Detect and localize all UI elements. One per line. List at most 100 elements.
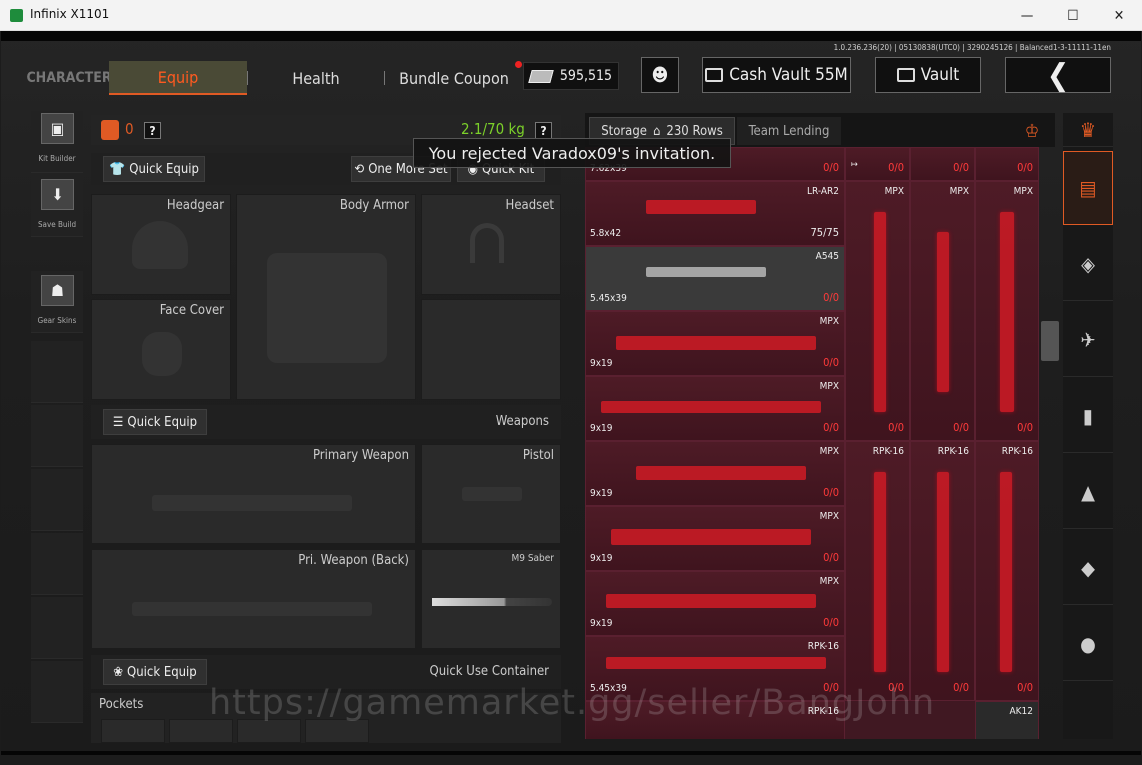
helmet-icon: ☗ [41, 275, 74, 306]
item-caliber: 9x19 [590, 358, 613, 369]
item-count: 0/0 [823, 421, 839, 434]
rifle-icon [937, 232, 949, 392]
rail-empty-cell [31, 405, 83, 467]
pistol-label: Pistol [522, 448, 554, 463]
vault-button[interactable]: Vault [875, 57, 981, 93]
vest-icon: ▣ [41, 113, 74, 144]
currency-amount: 595,515 [559, 68, 612, 84]
empty-slot [421, 299, 561, 400]
game-viewport: 1.0.236.236(20) | 05130838(UTC0) | 32902… [1, 31, 1141, 755]
notification-dot [515, 61, 522, 68]
headgear-slot[interactable]: Headgear [91, 194, 231, 295]
quick-equip-button[interactable]: 👕 Quick Equip [103, 156, 205, 182]
download-icon: ⬇ [41, 179, 74, 210]
filter-grenade-icon[interactable]: ● [1063, 607, 1113, 681]
grid-item[interactable]: LR-AR2 5.8x42 75/75 [585, 181, 845, 246]
maximize-button[interactable]: ☐ [1050, 0, 1096, 31]
melee-label: M9 Saber [511, 553, 554, 564]
kit-builder-button[interactable]: ▣ Kit Builder [31, 111, 83, 173]
grid-item[interactable]: MPX 9x19 0/0 [585, 571, 845, 636]
grid-item[interactable]: RPK-16 0/0 [845, 441, 910, 701]
window-title-bar: Infinix X1101 — ☐ ✕ [0, 0, 1142, 31]
grid-item[interactable]: MPX 9x19 0/0 [585, 311, 845, 376]
item-name: MPX [819, 316, 839, 327]
save-build-button[interactable]: ⬇ Save Build [31, 175, 83, 237]
weight-help-button[interactable]: ? [535, 122, 552, 139]
pri-weapon-back-slot[interactable]: Pri. Weapon (Back) [91, 549, 416, 649]
grid-item[interactable]: RPK-16 0/0 [975, 441, 1039, 701]
filter-attachment-icon[interactable]: ◆ [1063, 531, 1113, 605]
kit-vest-icon [101, 120, 119, 140]
rail-empty-cell [31, 341, 83, 403]
item-caliber: 5.8x42 [590, 228, 622, 239]
avatar-icon: ☻ [651, 64, 669, 86]
grid-item[interactable]: MPX 9x19 0/0 [585, 506, 845, 571]
vault-label: Vault [920, 65, 960, 85]
top-strip [1, 31, 1141, 41]
cash-vault-label: Cash Vault 55M [729, 65, 848, 85]
face-cover-slot[interactable]: Face Cover [91, 299, 231, 400]
tab-bundle-coupon[interactable]: Bundle Coupon [389, 61, 519, 95]
filter-armor-icon[interactable]: ◈ [1063, 227, 1113, 301]
container-quick-equip-button[interactable]: ❀ Quick Equip [103, 659, 207, 685]
pocket-slot[interactable] [101, 719, 165, 743]
refresh-icon: ⟲ [354, 161, 365, 177]
grid-item[interactable]: MPX 0/0 [975, 181, 1039, 441]
avatar-button[interactable]: ☻ [641, 57, 679, 93]
cash-icon [528, 70, 554, 83]
weapons-quick-equip-button[interactable]: ☰ Quick Equip [103, 409, 207, 435]
gear-skins-label: Gear Skins [37, 316, 77, 325]
team-lending-tab[interactable]: Team Lending [737, 117, 841, 145]
item-count: 0/0 [953, 161, 969, 174]
item-name: RPK-16 [937, 446, 969, 457]
tab-character[interactable]: CHARACTER [26, 61, 111, 95]
back-button[interactable]: ❮ [1005, 57, 1111, 93]
grid-item[interactable]: MPX 0/0 [845, 181, 910, 441]
tab-equip[interactable]: Equip [109, 61, 247, 95]
rifle-icon [874, 472, 886, 672]
vault-icon [896, 68, 915, 82]
quick-use-container-label: Quick Use Container [429, 664, 549, 679]
quick-equip-label: Quick Equip [129, 161, 199, 177]
bottom-strip [1, 751, 1141, 755]
knife-icon [432, 598, 552, 606]
storage-scrollbar[interactable] [1041, 321, 1059, 361]
headset-slot[interactable]: Headset [421, 194, 561, 295]
filter-magazine-icon[interactable]: ▮ [1063, 379, 1113, 453]
sort-crown-icon[interactable]: ♔ [1009, 117, 1055, 145]
move-icon: ↦ [851, 160, 858, 170]
grid-item[interactable]: MPX 0/0 [910, 181, 975, 441]
tab-health[interactable]: Health [261, 61, 371, 95]
grid-item[interactable]: MPX 9x19 0/0 [585, 376, 845, 441]
filter-weapon-icon[interactable]: ✈ [1063, 303, 1113, 377]
grid-item[interactable]: RPK-16 0/0 [910, 441, 975, 701]
item-name: LR-AR2 [806, 186, 839, 197]
primary-weapon-slot[interactable]: Primary Weapon [91, 444, 416, 544]
rifle-icon [937, 472, 949, 672]
item-count: 0/0 [1017, 161, 1033, 174]
filter-ammo-icon[interactable]: ▲ [1063, 455, 1113, 529]
rifle-icon [636, 466, 806, 480]
grid-item[interactable]: 0/0 [910, 147, 975, 181]
grid-item[interactable]: A545 5.45x39 0/0 [585, 246, 845, 311]
headset-silhouette-icon [470, 223, 504, 263]
grid-item[interactable]: 0/0 [975, 147, 1039, 181]
pistol-slot[interactable]: Pistol [421, 444, 561, 544]
grid-item[interactable]: MPX 9x19 0/0 [585, 441, 845, 506]
helmet-silhouette-icon [132, 221, 188, 269]
close-button[interactable]: ✕ [1096, 0, 1142, 31]
grid-item[interactable]: AK12 [975, 701, 1039, 739]
kit-help-button[interactable]: ? [144, 122, 161, 139]
face-cover-label: Face Cover [159, 303, 224, 318]
rifle-icon [874, 212, 886, 412]
filter-stack-icon[interactable]: ▤ [1063, 151, 1113, 225]
minimize-button[interactable]: — [1004, 0, 1050, 31]
filter-all-icon[interactable]: ♛ [1063, 113, 1113, 147]
rifle-icon [616, 336, 816, 350]
item-caliber: 9x19 [590, 553, 613, 564]
cash-vault-button[interactable]: Cash Vault 55M [702, 57, 851, 93]
gear-skins-button[interactable]: ☗ Gear Skins [31, 271, 83, 333]
grid-item[interactable]: 0/0 ↦ [845, 147, 910, 181]
melee-slot[interactable]: M9 Saber [421, 549, 561, 649]
body-armor-slot[interactable]: Body Armor [236, 194, 416, 400]
